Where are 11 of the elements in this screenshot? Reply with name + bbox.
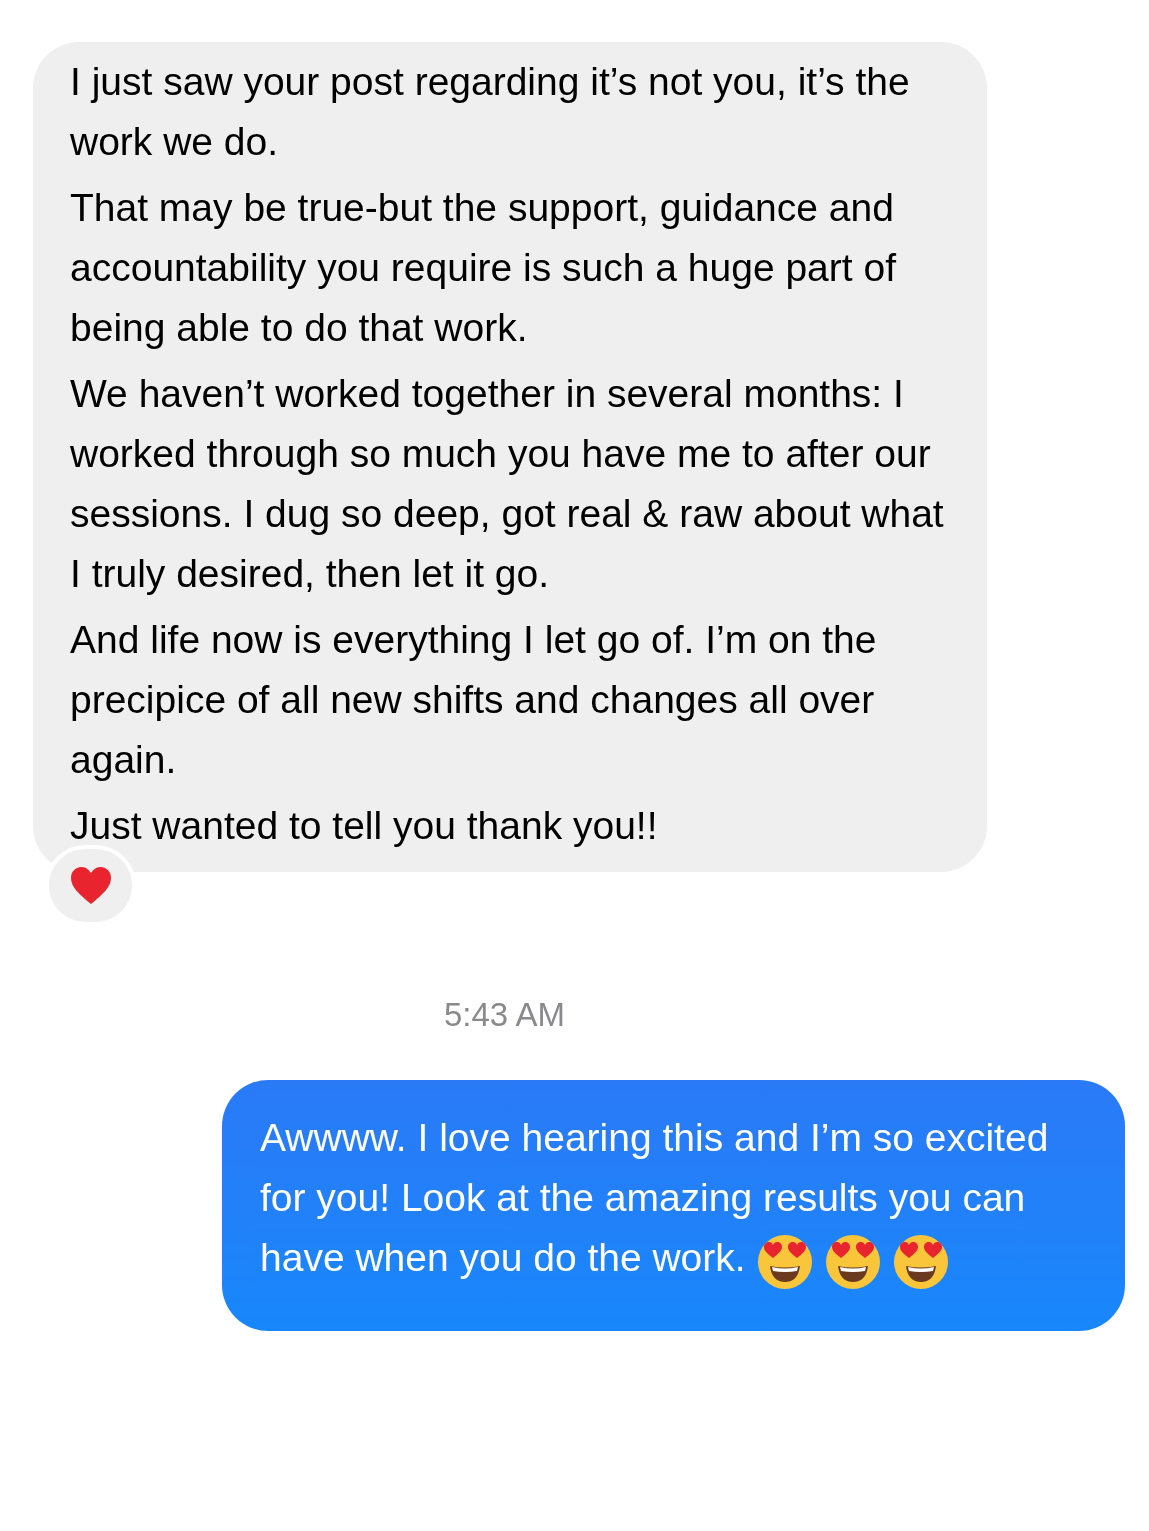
message-text: And life now is everything I let go of. I’m on the precipice of all new shifts and changes all over again. (70, 617, 878, 783)
message-text: Awwww. I love hearing this and I’m so excited for you! Look at the amazing results you can have when you do the work. (260, 1107, 1095, 1292)
heart-eyes-emoji-icon (755, 1233, 814, 1292)
message-text: We haven’t worked together in several months: I worked through so much you have me to after our sessions. I dug so deep, got real & raw about what I truly desired, then let it go. (70, 371, 945, 597)
message-text: That may be true-but the support, guidance and accountability you require is such a huge part of being able to do that work. (70, 185, 897, 351)
heart-eyes-emoji-icon (891, 1233, 950, 1292)
message-text: Just wanted to tell you thank you!! (70, 803, 659, 849)
heart-icon (68, 865, 113, 906)
heart-eyes-emoji-icon (823, 1233, 882, 1292)
timestamp: 5:43 AM (443, 995, 566, 1035)
message-text: I just saw your post regarding it’s not you, it’s the work we do. (70, 59, 911, 165)
